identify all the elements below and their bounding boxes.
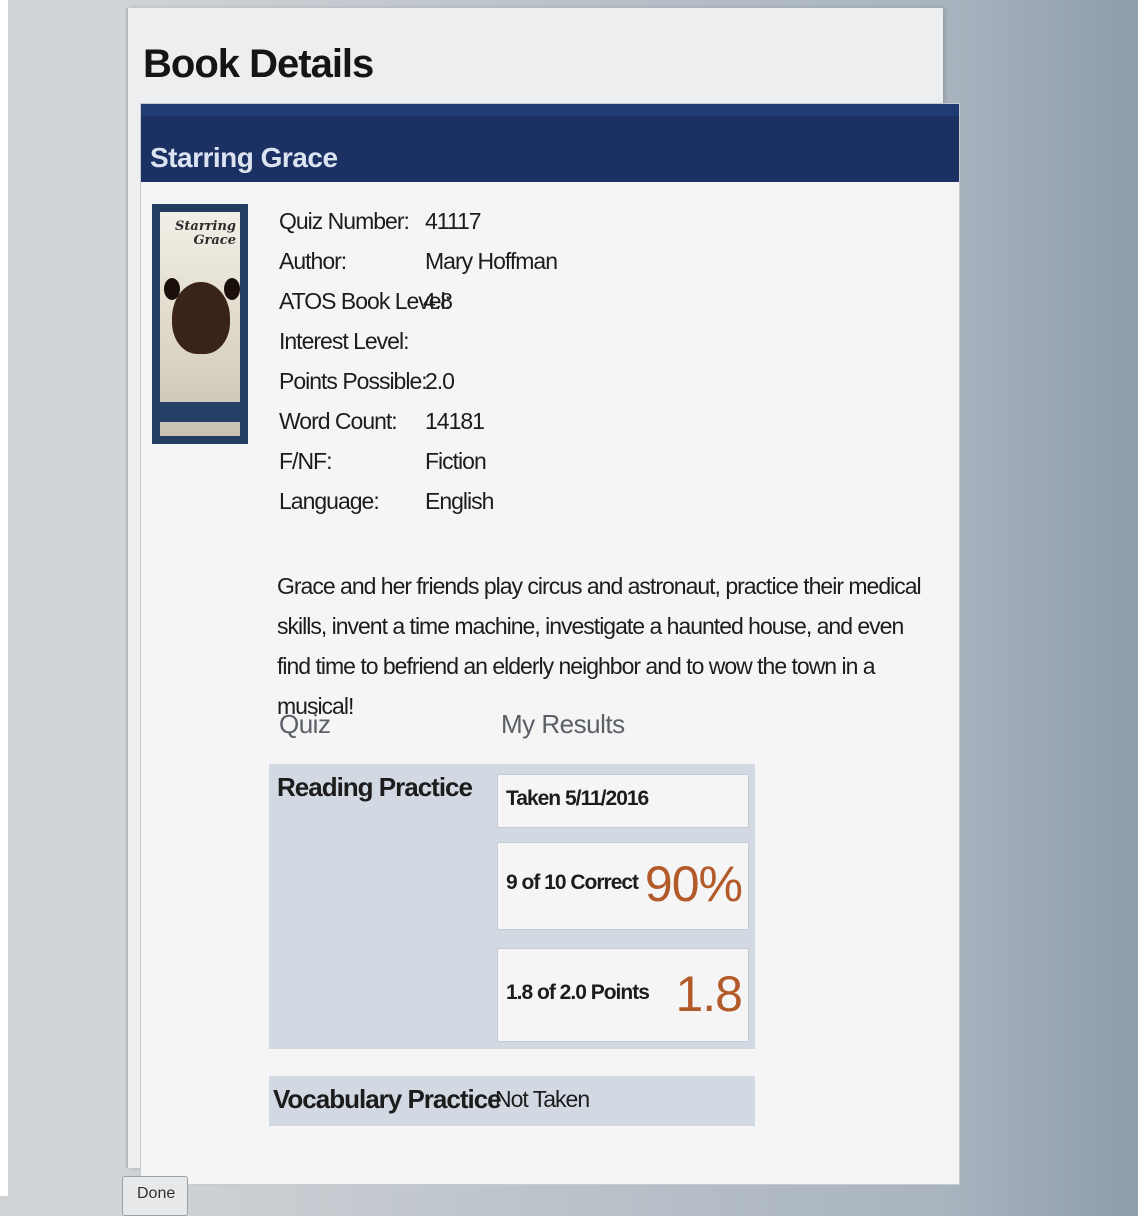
page-title: Book Details bbox=[143, 42, 374, 86]
reading-practice-block: Reading Practice Taken 5/11/2016 9 of 10… bbox=[269, 764, 755, 1049]
vocabulary-practice-block: Vocabulary Practice Not Taken bbox=[269, 1076, 755, 1126]
book-cover-image: Starring Grace bbox=[152, 204, 248, 444]
points-cell: 1.8 of 2.0 Points 1.8 bbox=[497, 948, 749, 1042]
cover-title: Starring Grace bbox=[175, 219, 236, 248]
screen-edge bbox=[0, 0, 8, 1196]
reading-practice-label: Reading Practice bbox=[277, 772, 473, 802]
correct-count: 9 of 10 Correct bbox=[506, 871, 639, 894]
vocabulary-practice-label: Vocabulary Practice bbox=[273, 1084, 502, 1114]
points-earned-value: 1.8 bbox=[675, 966, 743, 1022]
vocabulary-practice-status: Not Taken bbox=[495, 1086, 590, 1112]
taken-date: Taken 5/11/2016 bbox=[506, 787, 649, 810]
my-results-column-header: My Results bbox=[501, 709, 625, 739]
score-cell: 9 of 10 Correct 90% bbox=[497, 842, 749, 930]
quiz-column-header: Quiz bbox=[279, 709, 331, 739]
taken-date-cell: Taken 5/11/2016 bbox=[497, 774, 749, 828]
book-card: Starring Grace Starring Grace Quiz Numbe… bbox=[140, 103, 960, 1185]
book-header: Starring Grace bbox=[141, 104, 959, 182]
points-earned-text: 1.8 of 2.0 Points bbox=[506, 981, 650, 1004]
book-description: Grace and her friends play circus and as… bbox=[277, 573, 922, 719]
book-title: Starring Grace bbox=[150, 142, 338, 173]
done-button[interactable]: Done bbox=[122, 1176, 188, 1216]
percent-score: 90% bbox=[644, 856, 743, 912]
cover-illustration bbox=[172, 282, 230, 354]
